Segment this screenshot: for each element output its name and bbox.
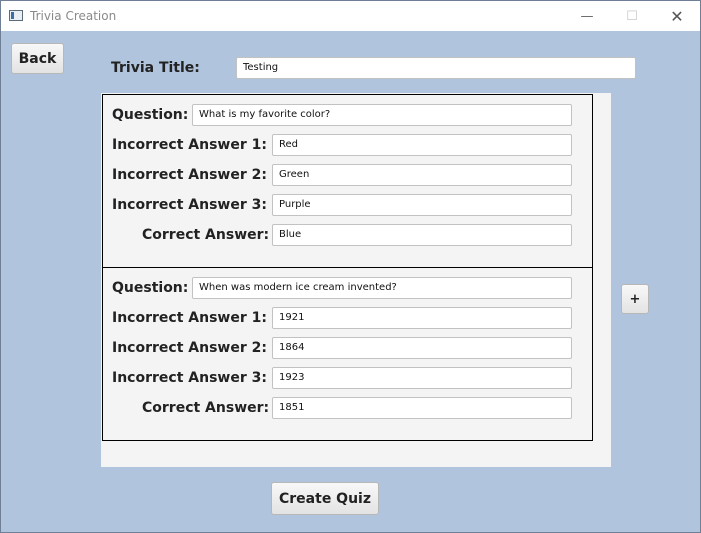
incorrect-answer-2-label: Incorrect Answer 2:: [112, 167, 267, 183]
incorrect-answer-1-input[interactable]: 1921: [272, 307, 572, 329]
minimize-button[interactable]: —: [564, 1, 610, 31]
incorrect-answer-2-label: Incorrect Answer 2:: [112, 340, 267, 356]
trivia-creation-window: Trivia Creation — ☐ ✕ Back Trivia Title:…: [0, 0, 701, 533]
incorrect-answer-2-input[interactable]: Green: [272, 164, 572, 186]
create-quiz-button[interactable]: Create Quiz: [271, 482, 379, 515]
incorrect-answer-1-label: Incorrect Answer 1:: [112, 137, 267, 153]
question-input[interactable]: What is my favorite color?: [192, 104, 572, 126]
window-title: Trivia Creation: [30, 9, 117, 23]
incorrect-answer-3-label: Incorrect Answer 3:: [112, 197, 267, 213]
trivia-title-input[interactable]: Testing: [236, 57, 636, 79]
correct-answer-label: Correct Answer:: [142, 400, 270, 416]
questions-scroll-area[interactable]: Question: What is my favorite color? Inc…: [101, 93, 611, 467]
question-input[interactable]: When was modern ice cream invented?: [192, 277, 572, 299]
correct-answer-input[interactable]: 1851: [272, 397, 572, 419]
incorrect-answer-3-input[interactable]: Purple: [272, 194, 572, 216]
trivia-title-label: Trivia Title:: [111, 60, 200, 76]
question-label: Question:: [112, 107, 189, 123]
incorrect-answer-1-label: Incorrect Answer 1:: [112, 310, 267, 326]
add-question-button[interactable]: +: [621, 284, 649, 314]
incorrect-answer-2-input[interactable]: 1864: [272, 337, 572, 359]
app-icon: [9, 10, 23, 21]
close-button[interactable]: ✕: [654, 1, 700, 31]
incorrect-answer-3-label: Incorrect Answer 3:: [112, 370, 267, 386]
question-label: Question:: [112, 280, 189, 296]
back-button[interactable]: Back: [11, 43, 64, 74]
maximize-button[interactable]: ☐: [609, 1, 655, 31]
title-bar: Trivia Creation — ☐ ✕: [1, 1, 700, 31]
question-card: Question: What is my favorite color? Inc…: [102, 94, 593, 268]
incorrect-answer-3-input[interactable]: 1923: [272, 367, 572, 389]
question-card: Question: When was modern ice cream inve…: [102, 267, 593, 441]
correct-answer-input[interactable]: Blue: [272, 224, 572, 246]
correct-answer-label: Correct Answer:: [142, 227, 270, 243]
incorrect-answer-1-input[interactable]: Red: [272, 134, 572, 156]
